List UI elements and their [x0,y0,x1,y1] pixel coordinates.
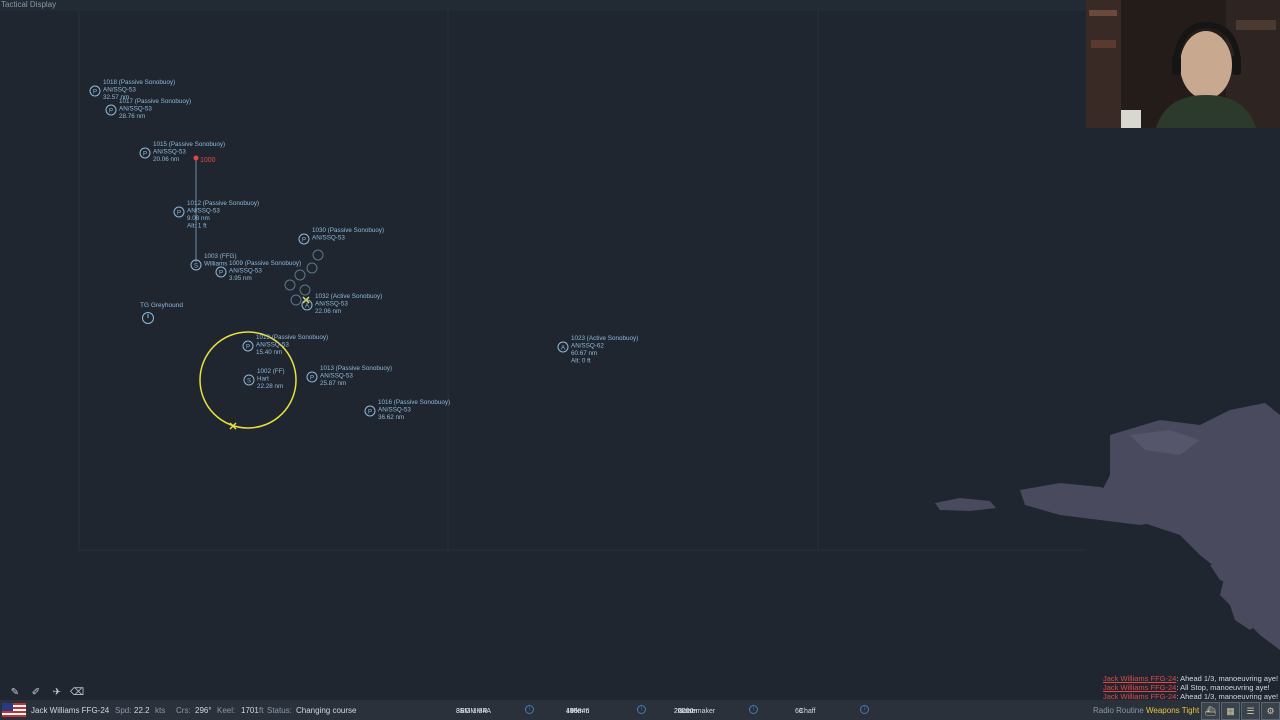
contact-marker[interactable]: P 1019 (Passive Sonobuoy)AN/SSQ-5315.40 n… [242,334,328,356]
contact-range: 25.87 nm [320,380,346,387]
weapon-slot[interactable]: 68 Chaff [795,702,816,715]
svg-text:1000: 1000 [200,157,216,164]
unit-name[interactable]: Jack Williams FFG-24 [31,706,109,715]
group-marker [142,312,154,324]
contact-type: P [93,90,97,96]
ship-icon[interactable]: ⛴ [1201,702,1220,720]
contact-marker[interactable]: P 1016 (Passive Sonobuoy)AN/SSQ-5336.62 n… [364,399,450,421]
contact-type: P [219,271,223,277]
aircraft-icon[interactable]: ✈ [50,686,64,700]
contact-type: P [302,238,306,244]
pencil-icon[interactable]: ✎ [8,686,22,700]
contact-marker[interactable]: S 1002 (FF)Hart22.28 nm [243,368,285,390]
contact-alt: Alt: 0 ft [571,358,591,365]
contact-type: P [246,345,250,351]
contact-marker[interactable]: P 1030 (Passive Sonobuoy)AN/SSQ-53 [298,227,384,245]
contact-sensor: Hart [257,376,269,383]
webcam-feed [1086,0,1280,128]
info-icon[interactable]: i [525,705,534,714]
contact-marker[interactable]: P 1009 (Passive Sonobuoy)AN/SSQ-533.95 nm [215,260,301,282]
contact-sensor: AN/SSQ-53 [312,235,345,242]
keel-value: 1701 [241,706,259,715]
contact-marker[interactable]: P 1017 (Passive Sonobuoy)AN/SSQ-5328.76 n… [105,98,191,120]
weapon-slot[interactable]: 20000 20mm 20 Noisemaker [674,702,715,718]
contact-type: P [143,152,147,158]
contact-range: 9.08 nm [187,215,210,222]
contact-sensor: AN/SSQ-53 [229,268,262,275]
contact-name: 1030 (Passive Sonobuoy) [312,227,384,234]
contact-type: P [310,376,314,382]
log-entry: Jack Williams FFG-24: All Stop, manoeuvr… [1103,683,1270,692]
contact-range: 15.40 nm [256,349,282,356]
contact-type: A [561,346,565,352]
contact-name: 1019 (Passive Sonobuoy) [256,334,328,341]
grid-icon[interactable]: ▦ [1221,702,1240,720]
contact-name: 1017 (Passive Sonobuoy) [119,98,191,105]
eraser-icon[interactable]: ⌫ [70,686,84,700]
contact-name: 1032 (Active Sonobuoy) [315,293,382,300]
status-bar: Jack Williams FFG-24 Spd: 22.2 kts Crs: … [0,700,1280,720]
weapon-slot[interactable]: 16 Mk-46 4998 76mm [566,702,589,718]
contact-range: 22.06 nm [315,308,341,315]
contact-sensor: AN/SSQ-53 [378,407,411,414]
course-value: 296° [195,706,212,715]
contact-range: 22.28 nm [257,383,283,390]
contact-sensor: AN/SSQ-53 [320,373,353,380]
brush-icon[interactable]: ✐ [29,686,43,700]
contact-type: P [109,109,113,115]
contact-name: 1016 (Passive Sonobuoy) [378,399,450,406]
contact-type: A [305,304,309,310]
contact-marker[interactable]: A 1023 (Active Sonobuoy)AN/SSQ-6260.67 nm… [557,335,638,365]
contact-name: 1018 (Passive Sonobuoy) [103,79,175,86]
contact-type: S [194,264,198,270]
contact-range: 28.76 nm [119,113,145,120]
contact-name: 1003 (FFG) [204,253,237,260]
info-icon[interactable]: i [637,705,646,714]
contact-marker[interactable]: P 1012 (Passive Sonobuoy)AN/SSQ-539.08 nm… [173,200,259,230]
status-text: Changing course [296,706,357,715]
log-entry: Jack Williams FFG-24: Ahead 1/3, manoeuv… [1103,674,1279,683]
weapons-status-button[interactable]: Weapons Tight [1146,706,1199,715]
radio-button[interactable]: Radio Routine [1093,706,1144,715]
contact-name: 1002 (FF) [257,368,285,375]
contact-type: S [247,379,251,385]
contact-sensor: AN/SSQ-62 [571,343,604,350]
contact-range: 60.67 nm [571,350,597,357]
contact-name: 1015 (Passive Sonobuoy) [153,141,225,148]
contact-sensor: AN/SSQ-53 [315,301,348,308]
contact-range: 3.95 nm [229,275,252,282]
contact-sensor: AN/SSQ-53 [103,87,136,94]
landmass [935,403,1280,650]
info-icon[interactable]: i [860,705,869,714]
contact-sensor: AN/SSQ-53 [256,342,289,349]
contact-name: 1013 (Passive Sonobuoy) [320,365,392,372]
us-flag-icon [2,703,26,717]
settings-icon[interactable]: ⚙ [1261,702,1280,720]
contact-name: 1023 (Active Sonobuoy) [571,335,638,342]
tactical-map[interactable]: 1000 P1018 (Passive Sonobuoy)AN/SSQ-5332… [0,0,1085,700]
selection-marker [229,296,310,430]
info-icon[interactable]: i [749,705,758,714]
contact-sensor: AN/SSQ-53 [153,149,186,156]
group-label[interactable]: TG Greyhound [140,302,183,309]
contact-name: 1012 (Passive Sonobuoy) [187,200,259,207]
contact-sensor: AN/SSQ-53 [119,106,152,113]
contact-range: 20.06 nm [153,156,179,163]
contact-name: 1009 (Passive Sonobuoy) [229,260,301,267]
contact-type: P [177,211,181,217]
contact-sensor: AN/SSQ-53 [187,208,220,215]
contact-type: P [368,410,372,416]
contact-alt: Alt: 1 ft [187,223,207,230]
contact-marker[interactable]: P 1013 (Passive Sonobuoy)AN/SSQ-5325.87 n… [306,365,392,387]
speed-value: 22.2 [134,706,150,715]
weapon-slot[interactable]: 31 SM-1MR 8 RGM-84A [456,702,491,718]
contact-marker[interactable]: A 1032 (Active Sonobuoy)AN/SSQ-5322.06 nm [301,293,382,315]
contact-sensor: Williams [204,261,227,268]
contact-range: 36.62 nm [378,414,404,421]
layers-icon[interactable]: ☰ [1241,702,1260,720]
